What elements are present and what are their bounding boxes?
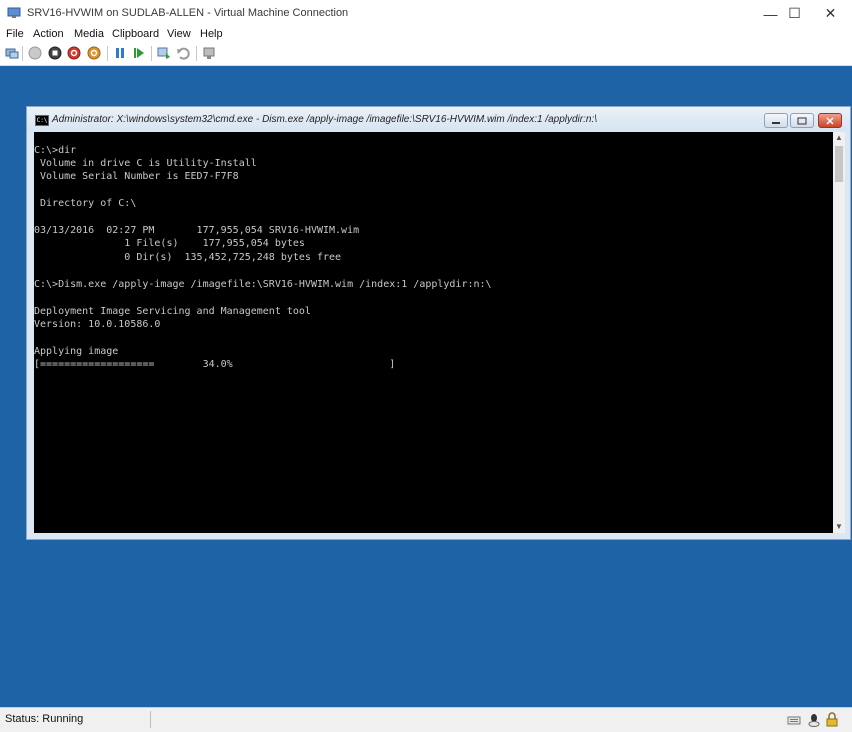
menu-view[interactable]: View — [167, 28, 191, 40]
reset-icon[interactable] — [132, 46, 146, 60]
scrollbar-thumb[interactable] — [835, 146, 843, 182]
toolbar-separator — [107, 46, 108, 61]
console-line: 0 Dir(s) 135,452,725,248 bytes free — [34, 252, 342, 263]
toolbar — [0, 43, 852, 66]
close-icon — [826, 116, 834, 125]
cmd-close-button[interactable] — [818, 113, 842, 128]
keyboard-icon — [787, 716, 801, 725]
status-bar: Status: Running — [0, 707, 852, 732]
revert-icon[interactable] — [176, 46, 190, 60]
cmd-maximize-button[interactable] — [790, 113, 814, 128]
close-button[interactable]: ✕ — [808, 0, 852, 27]
menu-clipboard[interactable]: Clipboard — [112, 28, 159, 40]
window-title-bar: SRV16-HVWIM on SUDLAB-ALLEN - Virtual Ma… — [0, 0, 852, 27]
save-icon[interactable] — [87, 46, 101, 60]
mouse-icon — [808, 714, 820, 727]
pause-icon[interactable] — [113, 46, 127, 60]
menu-bar: File Action Media Clipboard View Help — [0, 27, 852, 43]
cmd-title-bar[interactable]: C:\ Administrator: X:\windows\system32\c… — [27, 107, 850, 131]
restore-icon — [797, 117, 807, 124]
menu-media[interactable]: Media — [74, 28, 104, 40]
window-title: SRV16-HVWIM on SUDLAB-ALLEN - Virtual Ma… — [27, 7, 349, 19]
menu-help[interactable]: Help — [200, 28, 223, 40]
status-text: Status: Running — [5, 713, 84, 725]
lock-icon — [826, 712, 838, 727]
console-line: Volume Serial Number is EED7-F7F8 — [34, 171, 239, 182]
console-line: Volume in drive C is Utility-Install — [34, 158, 257, 169]
status-divider — [150, 711, 151, 728]
scroll-up-icon[interactable]: ▲ — [833, 132, 845, 144]
toolbar-separator — [151, 46, 152, 61]
console-line: 1 File(s) 177,955,054 bytes — [34, 238, 305, 249]
console-scrollbar[interactable]: ▲ ▼ — [833, 132, 845, 533]
console-output[interactable]: C:\>dir Volume in drive C is Utility-Ins… — [34, 132, 834, 533]
menu-action[interactable]: Action — [33, 28, 64, 40]
turn-off-icon[interactable] — [48, 46, 62, 60]
cmd-window[interactable]: C:\ Administrator: X:\windows\system32\c… — [26, 106, 851, 540]
console-line: 03/13/2016 02:27 PM 177,955,054 SRV16-HV… — [34, 225, 360, 236]
console-line: Version: 10.0.10586.0 — [34, 319, 161, 330]
enhanced-session-icon[interactable] — [202, 46, 216, 60]
toolbar-separator — [196, 46, 197, 61]
console-line: Applying image — [34, 346, 119, 357]
minimize-icon — [772, 121, 780, 124]
progress-line: [=================== 34.0% ] — [34, 359, 396, 370]
checkpoint-icon[interactable] — [157, 46, 171, 60]
scroll-down-icon[interactable]: ▼ — [833, 521, 845, 533]
vm-connection-icon — [7, 7, 21, 18]
ctrl-alt-del-icon[interactable] — [5, 46, 19, 60]
start-icon[interactable] — [28, 46, 42, 60]
console-line: C:\>Dism.exe /apply-image /imagefile:\SR… — [34, 279, 492, 290]
console-line: C:\>dir — [34, 145, 77, 156]
menu-file[interactable]: File — [6, 28, 24, 40]
cmd-minimize-button[interactable] — [764, 113, 788, 128]
shut-down-icon[interactable] — [67, 46, 81, 60]
console-line: Directory of C:\ — [34, 198, 137, 209]
cmd-title: Administrator: X:\windows\system32\cmd.e… — [52, 114, 598, 125]
toolbar-separator — [22, 46, 23, 61]
cmd-icon: C:\ — [35, 115, 49, 126]
console-line: Deployment Image Servicing and Managemen… — [34, 306, 311, 317]
